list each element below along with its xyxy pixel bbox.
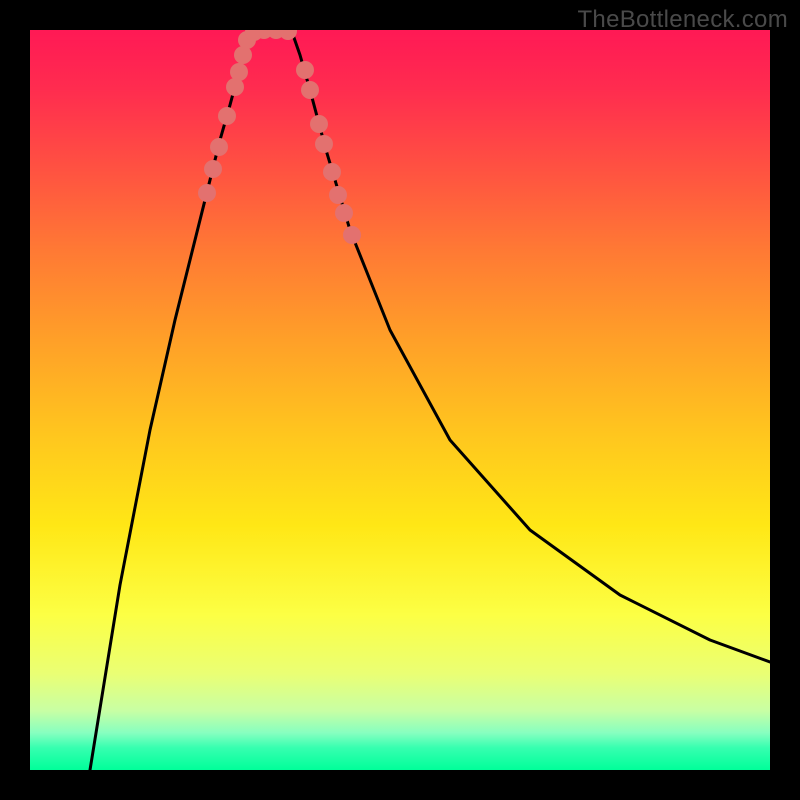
data-marker — [335, 204, 353, 222]
data-marker — [230, 63, 248, 81]
chart-frame: TheBottleneck.com — [0, 0, 800, 800]
curve-path — [90, 30, 770, 770]
data-marker — [204, 160, 222, 178]
data-marker — [329, 186, 347, 204]
data-marker — [343, 226, 361, 244]
data-marker — [301, 81, 319, 99]
data-marker — [198, 184, 216, 202]
data-marker — [218, 107, 236, 125]
data-marker — [210, 138, 228, 156]
data-marker — [323, 163, 341, 181]
plot-area — [30, 30, 770, 770]
data-marker — [315, 135, 333, 153]
bottleneck-curve — [30, 30, 770, 770]
data-marker — [296, 61, 314, 79]
data-marker — [310, 115, 328, 133]
